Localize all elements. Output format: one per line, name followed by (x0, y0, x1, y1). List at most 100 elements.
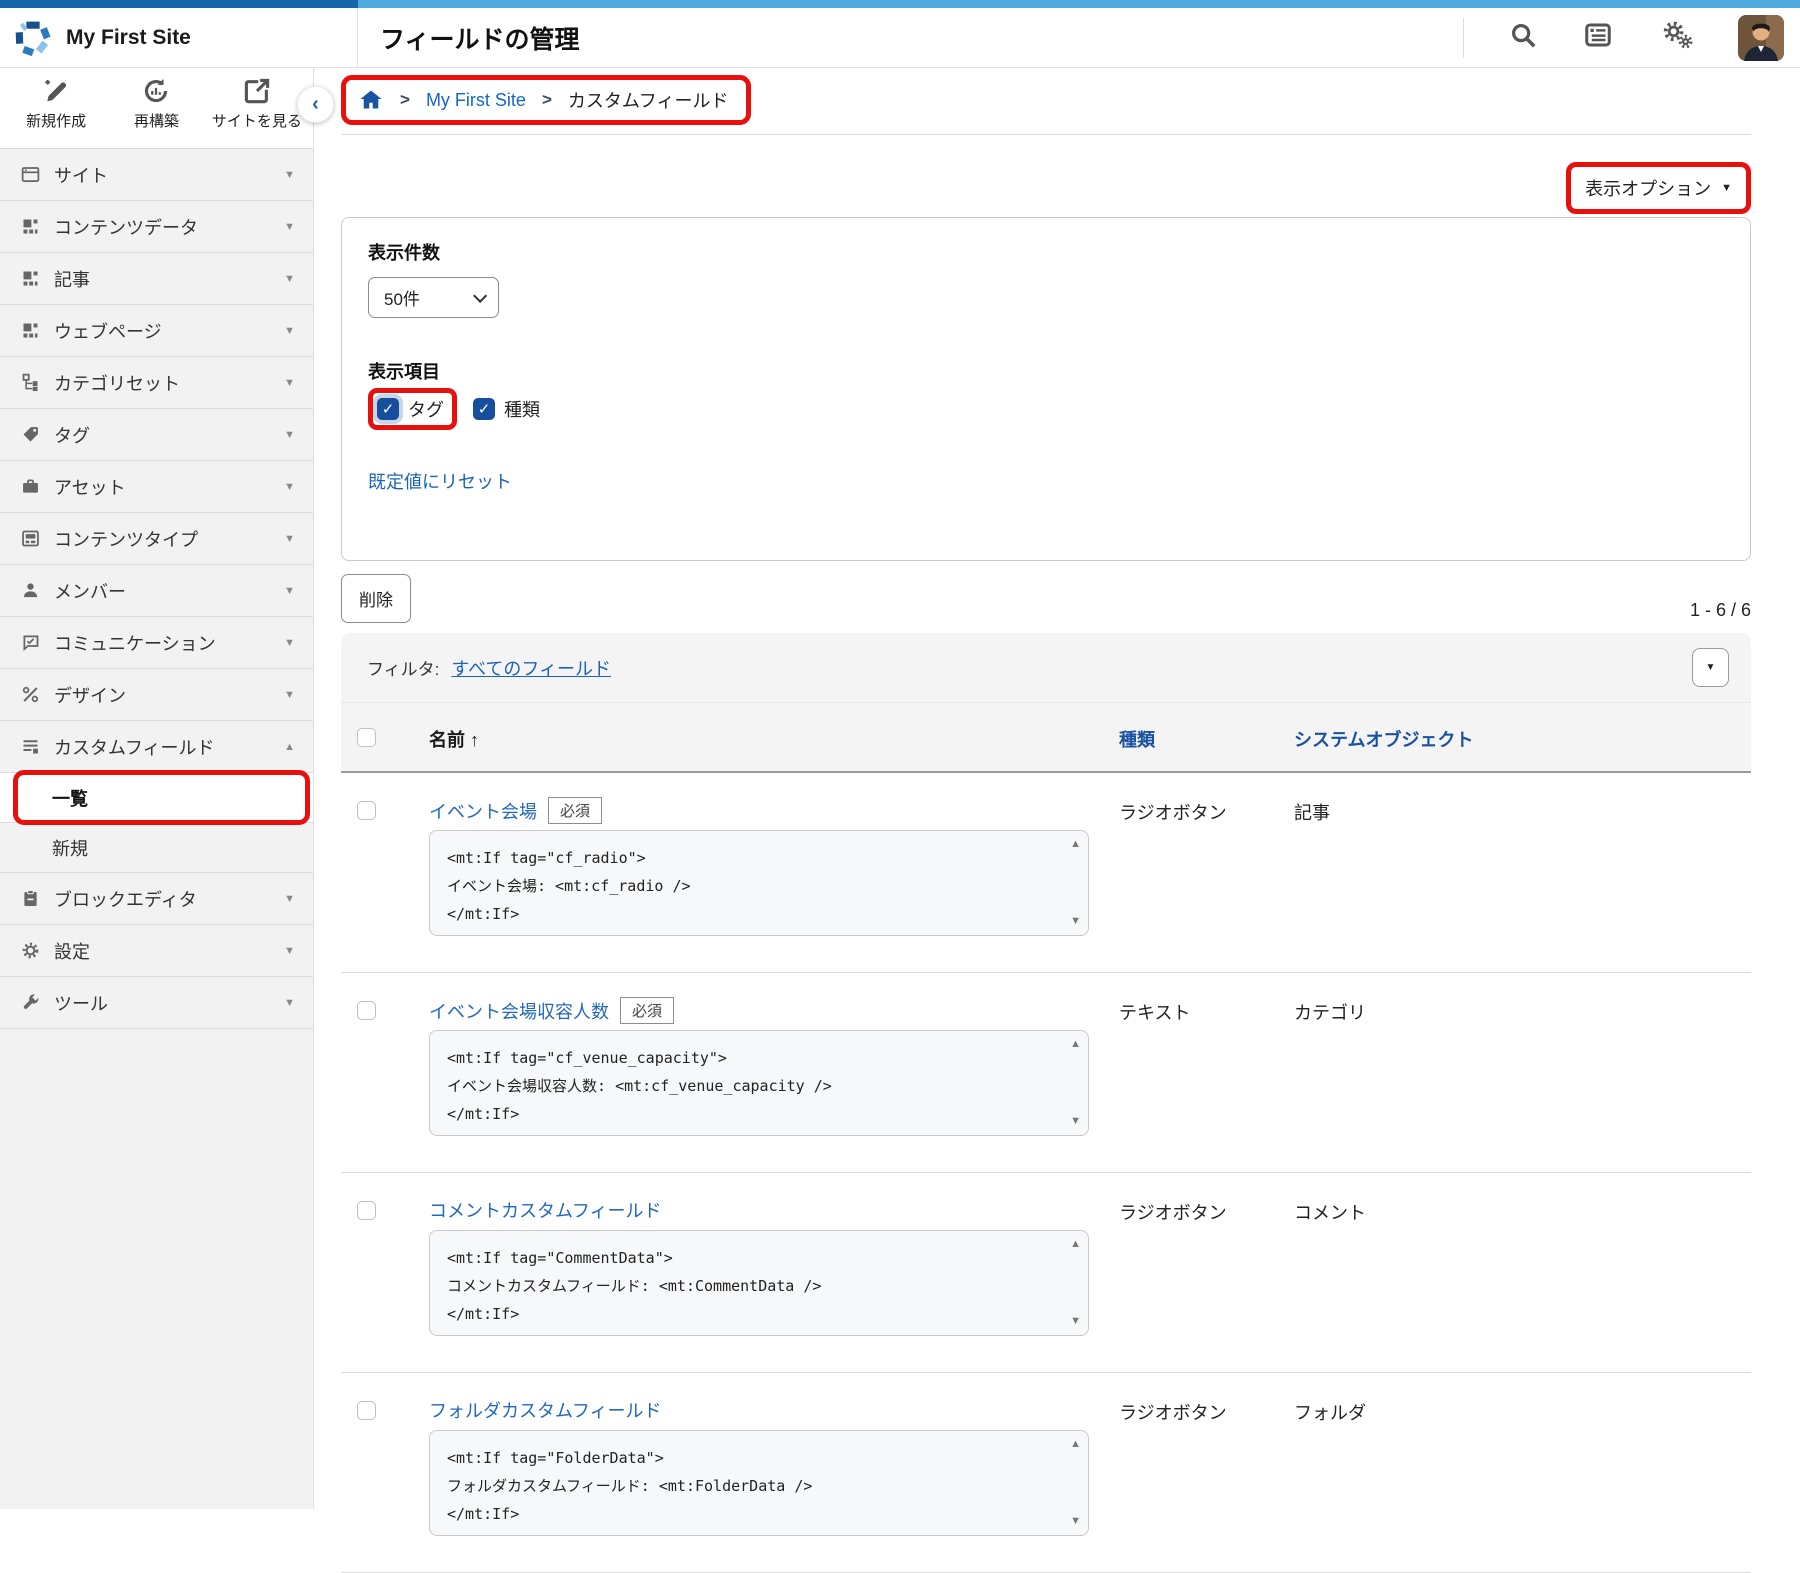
sidebar-item-member[interactable]: メンバー▼ (0, 565, 313, 617)
sidebar-item-settings[interactable]: 設定▼ (0, 925, 313, 977)
scroll-up-icon[interactable]: ▲ (1070, 1439, 1081, 1450)
sidebar-item-custom-fields-new[interactable]: 新規 (0, 823, 313, 873)
reset-defaults-link[interactable]: 既定値にリセット (368, 468, 512, 494)
scroll-down-icon[interactable]: ▼ (1070, 1316, 1081, 1327)
sidebar-item-content-type[interactable]: コンテンツタイプ▼ (0, 513, 313, 565)
rebuild-button[interactable]: 再構築 (106, 76, 206, 148)
chevron-down-icon: ▼ (284, 429, 295, 441)
brand[interactable]: My First Site (0, 8, 358, 67)
user-avatar[interactable] (1738, 15, 1784, 61)
delete-button[interactable]: 削除 (341, 574, 411, 623)
field-name-link[interactable]: イベント会場収容人数 (429, 998, 609, 1024)
rows-per-page-value: 50件 (384, 285, 420, 310)
table-header: 名前 ↑ 種類 システムオブジェクト (341, 703, 1751, 773)
filter-value-link[interactable]: すべてのフィールド (451, 655, 611, 681)
sidebar-item-custom-fields-list[interactable]: 一覧 (0, 773, 313, 823)
chevron-down-icon: ▼ (284, 169, 295, 181)
view-site-button[interactable]: サイトを見る (207, 76, 307, 148)
template-code-box[interactable]: <mt:If tag="FolderData"> フォルダカスタムフィールド: … (429, 1430, 1089, 1536)
row-checkbox[interactable] (357, 1401, 376, 1420)
sidebar-item-tag[interactable]: タグ▼ (0, 409, 313, 461)
display-options-toggle[interactable]: 表示オプション ▼ (1566, 162, 1751, 214)
chevron-down-icon: ▼ (284, 325, 295, 337)
table-row: イベント会場 必須 <mt:If tag="cf_radio"> イベント会場:… (341, 773, 1751, 973)
sidebar-item-custom-fields[interactable]: カスタムフィールド▲ (0, 721, 313, 773)
table-row: コメントカスタムフィールド <mt:If tag="CommentData"> … (341, 1173, 1751, 1373)
template-code-box[interactable]: <mt:If tag="CommentData"> コメントカスタムフィールド:… (429, 1230, 1089, 1336)
column-header-name[interactable]: 名前 ↑ (429, 726, 479, 752)
template-code: <mt:If tag="CommentData"> コメントカスタムフィールド:… (447, 1244, 1054, 1328)
field-type: ラジオボタン (1119, 1399, 1227, 1425)
breadcrumb-current: カスタムフィールド (568, 87, 729, 113)
sidebar-item-content-data[interactable]: コンテンツデータ▼ (0, 201, 313, 253)
rebuild-icon (141, 76, 171, 106)
required-badge: 必須 (620, 997, 674, 1024)
sidebar-menu: サイト▼コンテンツデータ▼記事▼ウェブページ▼カテゴリセット▼タグ▼アセット▼コ… (0, 149, 313, 1029)
field-name-link[interactable]: コメントカスタムフィールド (429, 1197, 662, 1223)
required-badge: 必須 (548, 797, 602, 824)
sidebar-item-communication[interactable]: コミュニケーション▼ (0, 617, 313, 669)
display-options-label: 表示オプション (1585, 175, 1711, 201)
checkbox-type-label: 種類 (504, 396, 540, 422)
chevron-up-icon: ▲ (284, 741, 295, 753)
chevron-down-icon: ▼ (284, 481, 295, 493)
scroll-up-icon[interactable]: ▲ (1070, 839, 1081, 850)
breadcrumb-site-link[interactable]: My First Site (426, 90, 526, 111)
sidebar-item-design[interactable]: デザイン▼ (0, 669, 313, 721)
chevron-down-icon: ▼ (284, 689, 295, 701)
create-new-button[interactable]: 新規作成 (6, 76, 106, 148)
template-code-box[interactable]: <mt:If tag="cf_venue_capacity"> イベント会場収容… (429, 1030, 1089, 1136)
field-name-link[interactable]: フォルダカスタムフィールド (429, 1397, 662, 1423)
scroll-up-icon[interactable]: ▲ (1070, 1039, 1081, 1050)
sidebar-item-entry[interactable]: 記事▼ (0, 253, 313, 305)
clipboard-icon (20, 888, 41, 909)
list-menu-icon[interactable] (1582, 20, 1614, 55)
breadcrumb: > My First Site > カスタムフィールド (341, 75, 751, 125)
gears-icon[interactable] (1658, 19, 1694, 56)
scroll-down-icon[interactable]: ▼ (1070, 1516, 1081, 1527)
template-code-box[interactable]: <mt:If tag="cf_radio"> イベント会場: <mt:cf_ra… (429, 830, 1089, 936)
sidebar-item-webpage[interactable]: ウェブページ▼ (0, 305, 313, 357)
divider (341, 134, 1751, 135)
column-header-system-object[interactable]: システムオブジェクト (1294, 726, 1473, 752)
person-icon (20, 580, 41, 601)
wrench-icon (20, 992, 41, 1013)
field-name-link[interactable]: イベント会場 (429, 798, 537, 824)
row-checkbox[interactable] (357, 1201, 376, 1220)
row-checkbox[interactable] (357, 1001, 376, 1020)
scroll-up-icon[interactable]: ▲ (1070, 1239, 1081, 1250)
checkbox-tag-label: タグ (408, 396, 444, 422)
sidebar-collapse-button[interactable]: ‹ (297, 86, 334, 123)
checkbox-type[interactable]: ✓ 種類 (473, 396, 540, 422)
column-header-type[interactable]: 種類 (1119, 726, 1155, 752)
open-in-new-icon (242, 76, 272, 106)
display-columns-label: 表示項目 (368, 358, 1724, 384)
rebuild-label: 再構築 (134, 110, 179, 131)
system-object: フォルダ (1294, 1399, 1366, 1425)
main-content: > My First Site > カスタムフィールド 表示オプション ▼ 表示… (315, 68, 1800, 1509)
chat-check-icon (20, 632, 41, 653)
checkbox-checked-icon: ✓ (473, 398, 495, 420)
search-icon[interactable] (1508, 20, 1538, 55)
sidebar-item-site[interactable]: サイト▼ (0, 149, 313, 201)
sidebar-item-category-set[interactable]: カテゴリセット▼ (0, 357, 313, 409)
pencil-plus-icon (41, 76, 71, 106)
row-checkbox[interactable] (357, 801, 376, 820)
home-icon[interactable] (358, 88, 384, 112)
scroll-down-icon[interactable]: ▼ (1070, 1116, 1081, 1127)
checkbox-tag[interactable]: ✓ タグ (368, 388, 457, 430)
system-object: コメント (1294, 1199, 1366, 1225)
grid-icon (20, 216, 41, 237)
chevron-down-icon: ▼ (284, 533, 295, 545)
sidebar-item-block-editor[interactable]: ブロックエディタ▼ (0, 873, 313, 925)
breadcrumb-separator: > (542, 90, 552, 110)
select-all-checkbox[interactable] (357, 728, 376, 747)
divider (1463, 18, 1464, 58)
rows-per-page-select[interactable]: 50件 (368, 277, 499, 318)
grid-icon (20, 268, 41, 289)
scroll-down-icon[interactable]: ▼ (1070, 916, 1081, 927)
sidebar-item-asset[interactable]: アセット▼ (0, 461, 313, 513)
sidebar-item-tools[interactable]: ツール▼ (0, 977, 313, 1029)
filter-dropdown-button[interactable]: ▼ (1692, 648, 1729, 687)
grid-icon (20, 320, 41, 341)
